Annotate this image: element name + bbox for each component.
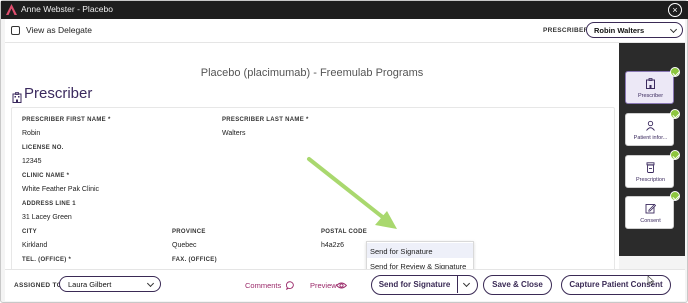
check-complete-icon: [670, 191, 680, 201]
send-for-signature-split-button: Send for Signature: [371, 275, 478, 295]
address-line-1-value[interactable]: 31 Lacey Green: [22, 214, 72, 221]
annotation-arrow: [307, 157, 397, 229]
clinic-name-value[interactable]: White Feather Pak Clinic: [22, 186, 99, 193]
close-button[interactable]: ×: [668, 3, 682, 17]
step-label: Prescriber: [637, 93, 664, 99]
chevron-down-icon: [462, 279, 471, 288]
save-close-button[interactable]: Save & Close: [483, 275, 552, 295]
view-as-delegate-checkbox[interactable]: [11, 26, 20, 35]
hospital-icon: [12, 92, 22, 103]
section-title: Prescriber: [24, 85, 93, 102]
person-icon: [646, 120, 655, 131]
eye-icon[interactable]: [336, 281, 347, 290]
tel-office-label: TEL. (OFFICE) *: [22, 257, 72, 263]
assigned-to-value: Laura Gilbert: [68, 280, 112, 289]
last-name-label: PRESCRIBER LAST NAME *: [222, 117, 309, 123]
menu-item-send-for-signature[interactable]: Send for Signature: [367, 243, 473, 258]
program-title: Placebo (placimumab) - Freemulab Program…: [200, 67, 424, 79]
comment-icon[interactable]: [286, 281, 295, 290]
province-label: PROVINCE: [172, 229, 206, 235]
preview-button[interactable]: Preview: [310, 281, 337, 290]
assigned-to-select[interactable]: Laura Gilbert: [59, 276, 161, 292]
step-prescription[interactable]: Prescription: [625, 155, 674, 188]
step-prescriber[interactable]: Prescriber: [625, 71, 674, 104]
step-patient-information[interactable]: Patient infor...: [625, 113, 674, 146]
check-complete-icon: [670, 150, 680, 160]
prescriber-select[interactable]: Robin Walters: [586, 22, 683, 38]
mouse-cursor-icon: [647, 275, 655, 285]
send-for-signature-button[interactable]: Send for Signature: [372, 276, 457, 293]
last-name-value[interactable]: Walters: [222, 130, 245, 137]
fax-office-label: FAX. (OFFICE): [172, 257, 217, 263]
window-title: Anne Webster - Placebo: [21, 4, 113, 14]
chevron-down-icon: [669, 25, 678, 34]
edit-icon: [645, 203, 656, 214]
medication-icon: [646, 162, 655, 173]
check-complete-icon: [670, 109, 680, 119]
city-label: CITY: [22, 229, 37, 235]
province-value[interactable]: Quebec: [172, 242, 197, 249]
preview-label: Preview: [310, 281, 337, 290]
prescriber-select-value: Robin Walters: [594, 26, 645, 35]
app-logo-icon: [6, 4, 17, 15]
postal-code-value[interactable]: h4a2z6: [321, 242, 344, 249]
comments-label: Comments: [245, 281, 282, 290]
title-bar: Anne Webster - Placebo ×: [1, 1, 688, 19]
step-label: Prescription: [635, 177, 666, 183]
dialog-window: Anne Webster - Placebo × View as Delegat…: [0, 0, 688, 303]
top-bar: View as Delegate PRESCRIBER Robin Walter…: [5, 19, 685, 43]
license-label: LICENSE NO.: [22, 145, 64, 151]
first-name-label: PRESCRIBER FIRST NAME *: [22, 117, 111, 123]
city-value[interactable]: Kirkland: [22, 242, 47, 249]
send-options-toggle[interactable]: [458, 276, 476, 293]
clinic-name-label: CLINIC NAME *: [22, 173, 70, 179]
step-label: Consent: [640, 218, 661, 224]
check-complete-icon: [670, 67, 680, 77]
first-name-value[interactable]: Robin: [22, 130, 40, 137]
step-navigation: Prescriber Patient infor... Prescription: [619, 43, 685, 256]
address-line-1-label: ADDRESS LINE 1: [22, 201, 76, 207]
assigned-to-label: ASSIGNED TO: [14, 282, 62, 289]
comments-button[interactable]: Comments: [245, 281, 281, 290]
footer-bar: ASSIGNED TO Laura Gilbert Comments Previ…: [5, 269, 685, 301]
license-value[interactable]: 12345: [22, 158, 41, 165]
close-icon: ×: [672, 4, 678, 15]
chevron-down-icon: [146, 279, 155, 288]
step-consent[interactable]: Consent: [625, 196, 674, 229]
hospital-icon: [646, 78, 655, 89]
step-label: Patient infor...: [633, 135, 668, 141]
prescriber-selector-label: PRESCRIBER: [543, 27, 589, 34]
view-as-delegate-label[interactable]: View as Delegate: [26, 25, 92, 35]
